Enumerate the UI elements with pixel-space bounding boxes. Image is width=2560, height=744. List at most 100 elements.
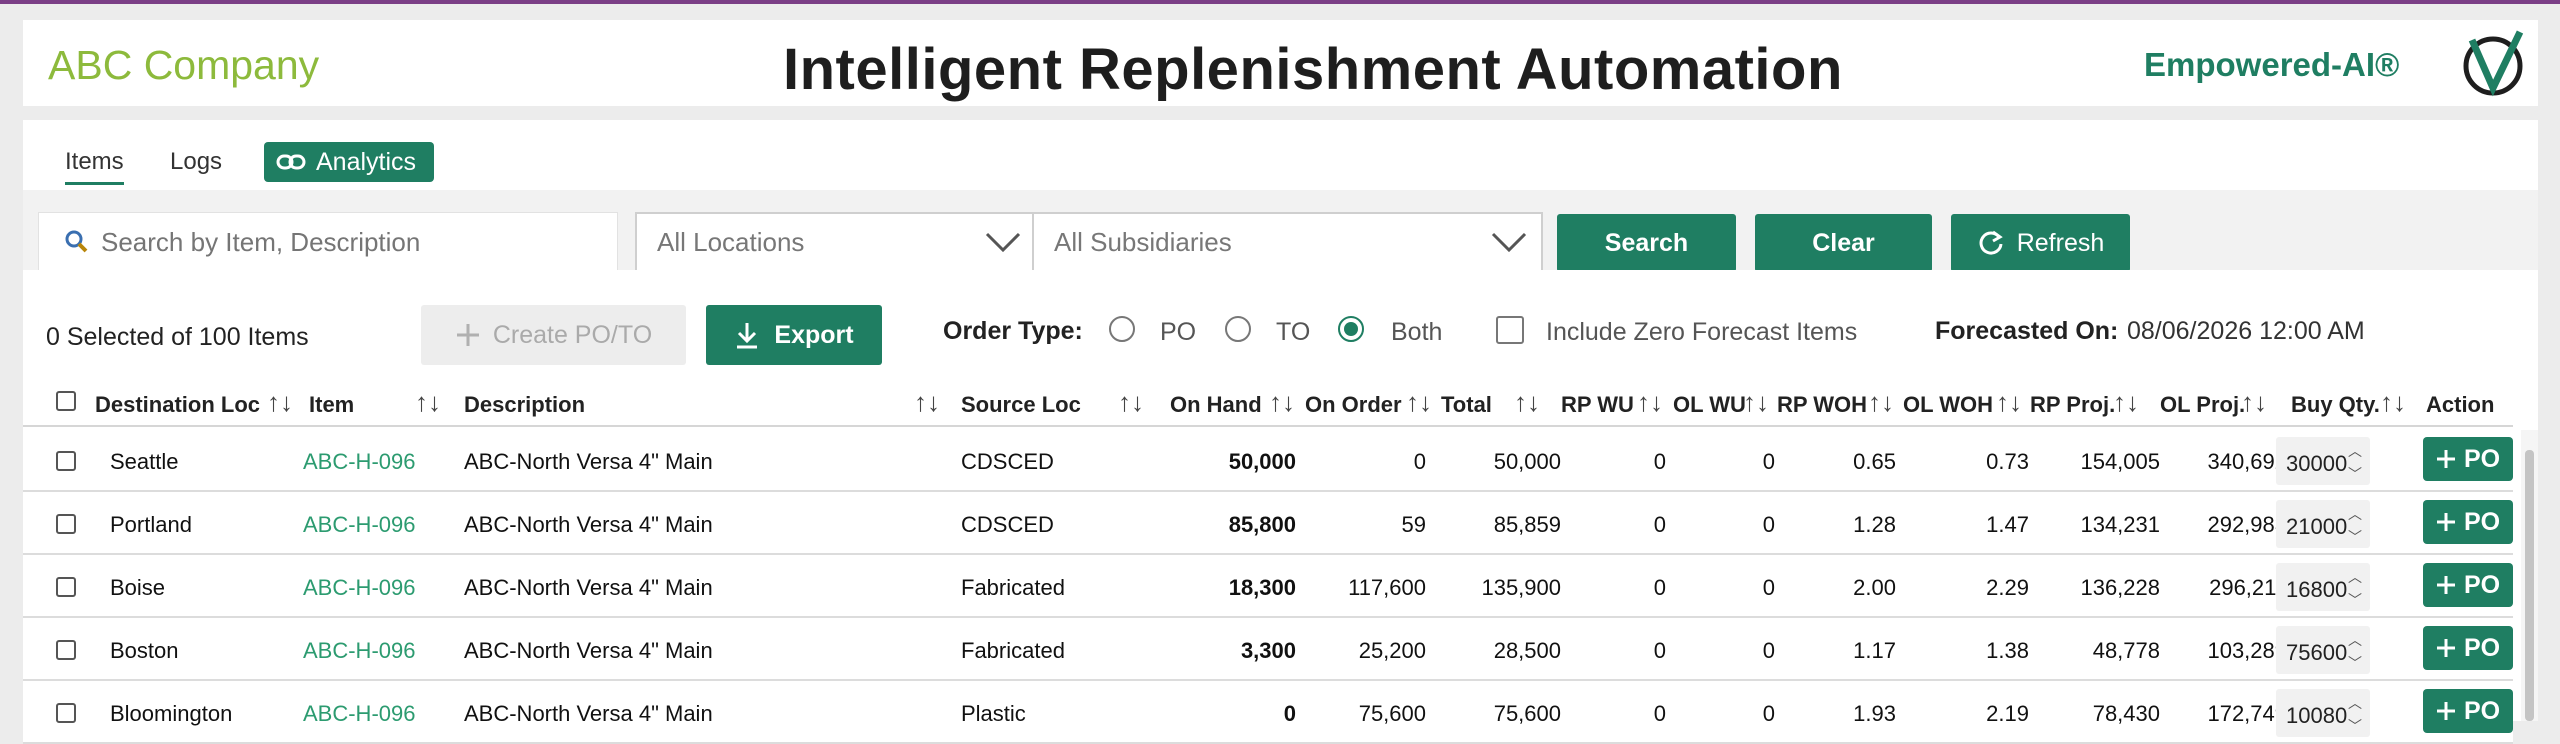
sort-icon[interactable]: ↑↓ — [914, 387, 940, 418]
table-row[interactable]: Portland ABC-H-096 ABC-North Versa 4" Ma… — [23, 492, 2513, 555]
plus-icon — [2436, 450, 2455, 468]
chevron-up-icon[interactable]: ︿ — [2348, 504, 2362, 524]
scrollbar-thumb[interactable] — [2525, 450, 2534, 721]
sort-icon[interactable]: ↑↓ — [415, 387, 441, 418]
sort-icon[interactable]: ↑↓ — [2241, 387, 2267, 418]
row-checkbox[interactable] — [56, 514, 76, 534]
chevron-up-icon[interactable]: ︿ — [2348, 567, 2362, 587]
on-order-cell: 75,600 — [1358, 701, 1426, 726]
ol-wu-cell: 0 — [1762, 638, 1775, 663]
buy-qty-value[interactable]: 16800 — [2286, 577, 2347, 603]
chevron-up-icon[interactable]: ︿ — [2348, 441, 2362, 461]
buy-qty-value[interactable]: 10080 — [2286, 703, 2347, 729]
col-source-loc[interactable]: Source Loc — [961, 392, 1081, 418]
chevron-down-icon[interactable]: ﹀ — [2348, 653, 2362, 673]
buy-qty-stepper[interactable]: 75600 ︿ ﹀ — [2276, 626, 2370, 674]
row-checkbox[interactable] — [56, 640, 76, 660]
col-rp-woh[interactable]: RP WOH — [1777, 392, 1867, 418]
item-link[interactable]: ABC-H-096 — [303, 575, 415, 601]
description-cell: ABC-North Versa 4" Main — [464, 638, 713, 663]
create-po-button[interactable]: PO — [2423, 689, 2513, 733]
link-icon — [276, 154, 306, 170]
col-item[interactable]: Item — [309, 392, 354, 418]
row-checkbox[interactable] — [56, 703, 76, 723]
chevron-down-icon[interactable]: ﹀ — [2348, 464, 2362, 484]
buy-qty-value[interactable]: 30000 — [2286, 451, 2347, 477]
sort-icon[interactable]: ↑↓ — [1269, 387, 1295, 418]
item-link[interactable]: ABC-H-096 — [303, 701, 415, 727]
plus-icon — [2436, 576, 2455, 594]
col-total[interactable]: Total — [1441, 392, 1492, 418]
item-link[interactable]: ABC-H-096 — [303, 512, 415, 538]
row-checkbox[interactable] — [56, 451, 76, 471]
search-field[interactable] — [38, 212, 618, 272]
sort-icon[interactable]: ↑↓ — [1406, 387, 1432, 418]
table-row[interactable]: Boston ABC-H-096 ABC-North Versa 4" Main… — [23, 618, 2513, 681]
col-on-order[interactable]: On Order — [1305, 392, 1402, 418]
search-input[interactable] — [99, 225, 603, 259]
subsidiary-select[interactable]: All Subsidiaries — [1032, 212, 1543, 272]
tab-logs[interactable]: Logs — [170, 148, 222, 176]
col-rp-proj[interactable]: RP Proj. — [2030, 392, 2115, 418]
row-checkbox[interactable] — [56, 577, 76, 597]
col-description[interactable]: Description — [464, 392, 585, 418]
sort-icon[interactable]: ↑↓ — [1868, 387, 1894, 418]
sort-icon[interactable]: ↑↓ — [1514, 387, 1540, 418]
item-link[interactable]: ABC-H-096 — [303, 638, 415, 664]
zero-forecast-checkbox[interactable] — [1496, 316, 1524, 344]
col-buy-qty[interactable]: Buy Qty. — [2291, 392, 2380, 418]
table-row[interactable]: Boise ABC-H-096 ABC-North Versa 4" Main … — [23, 555, 2513, 618]
create-po-button[interactable]: PO — [2423, 500, 2513, 544]
order-type-po-radio[interactable] — [1109, 316, 1135, 342]
ol-woh-cell: 0.73 — [1986, 449, 2029, 474]
sort-icon[interactable]: ↑↓ — [1118, 387, 1144, 418]
col-on-hand[interactable]: On Hand — [1170, 392, 1262, 418]
refresh-button[interactable]: Refresh — [1951, 214, 2130, 272]
col-ol-woh[interactable]: OL WOH — [1903, 392, 1993, 418]
sort-icon[interactable]: ↑↓ — [1637, 387, 1663, 418]
clear-button[interactable]: Clear — [1755, 214, 1932, 272]
rp-proj-cell: 136,228 — [2080, 575, 2160, 600]
select-all-checkbox[interactable] — [56, 391, 76, 411]
on-hand-cell: 18,300 — [1228, 575, 1296, 600]
buy-qty-stepper[interactable]: 30000 ︿ ﹀ — [2276, 437, 2370, 485]
export-button[interactable]: Export — [706, 305, 882, 365]
col-destination-loc[interactable]: Destination Loc — [95, 392, 260, 418]
location-select[interactable]: All Locations — [635, 212, 1037, 272]
sort-icon[interactable]: ↑↓ — [267, 387, 293, 418]
search-button[interactable]: Search — [1557, 214, 1736, 272]
tab-analytics[interactable]: Analytics — [264, 142, 434, 182]
create-po-button[interactable]: PO — [2423, 563, 2513, 607]
col-ol-wu[interactable]: OL WU — [1673, 392, 1746, 418]
order-type-to-radio[interactable] — [1225, 316, 1251, 342]
buy-qty-value[interactable]: 75600 — [2286, 640, 2347, 666]
buy-qty-stepper[interactable]: 10080 ︿ ﹀ — [2276, 689, 2370, 737]
chevron-down-icon[interactable]: ﹀ — [2348, 716, 2362, 736]
table-row[interactable]: Seattle ABC-H-096 ABC-North Versa 4" Mai… — [23, 429, 2513, 492]
chevron-up-icon[interactable]: ︿ — [2348, 693, 2362, 713]
order-type-label: Order Type: — [943, 317, 1083, 345]
chevron-down-icon[interactable]: ﹀ — [2348, 590, 2362, 610]
col-ol-proj[interactable]: OL Proj. — [2160, 392, 2245, 418]
ol-wu-cell: 0 — [1762, 512, 1775, 537]
item-link[interactable]: ABC-H-096 — [303, 449, 415, 475]
tab-items[interactable]: Items — [65, 148, 124, 185]
order-type-both-radio[interactable] — [1338, 316, 1364, 342]
chevron-down-icon[interactable]: ﹀ — [2348, 527, 2362, 547]
buy-qty-stepper[interactable]: 21000 ︿ ﹀ — [2276, 500, 2370, 548]
sort-icon[interactable]: ↑↓ — [1743, 387, 1769, 418]
plus-icon — [2436, 639, 2455, 657]
sort-icon[interactable]: ↑↓ — [2380, 387, 2406, 418]
header-separator — [23, 106, 2538, 120]
create-po-button[interactable]: PO — [2423, 626, 2513, 670]
buy-qty-stepper[interactable]: 16800 ︿ ﹀ — [2276, 563, 2370, 611]
sort-icon[interactable]: ↑↓ — [2113, 387, 2139, 418]
sort-icon[interactable]: ↑↓ — [1996, 387, 2022, 418]
buy-qty-value[interactable]: 21000 — [2286, 514, 2347, 540]
table-row[interactable]: Bloomington ABC-H-096 ABC-North Versa 4"… — [23, 681, 2513, 744]
rp-woh-cell: 1.17 — [1853, 638, 1896, 663]
chevron-up-icon[interactable]: ︿ — [2348, 630, 2362, 650]
col-rp-wu[interactable]: RP WU — [1561, 392, 1634, 418]
create-po-to-button[interactable]: Create PO/TO — [421, 305, 686, 365]
create-po-button[interactable]: PO — [2423, 437, 2513, 481]
